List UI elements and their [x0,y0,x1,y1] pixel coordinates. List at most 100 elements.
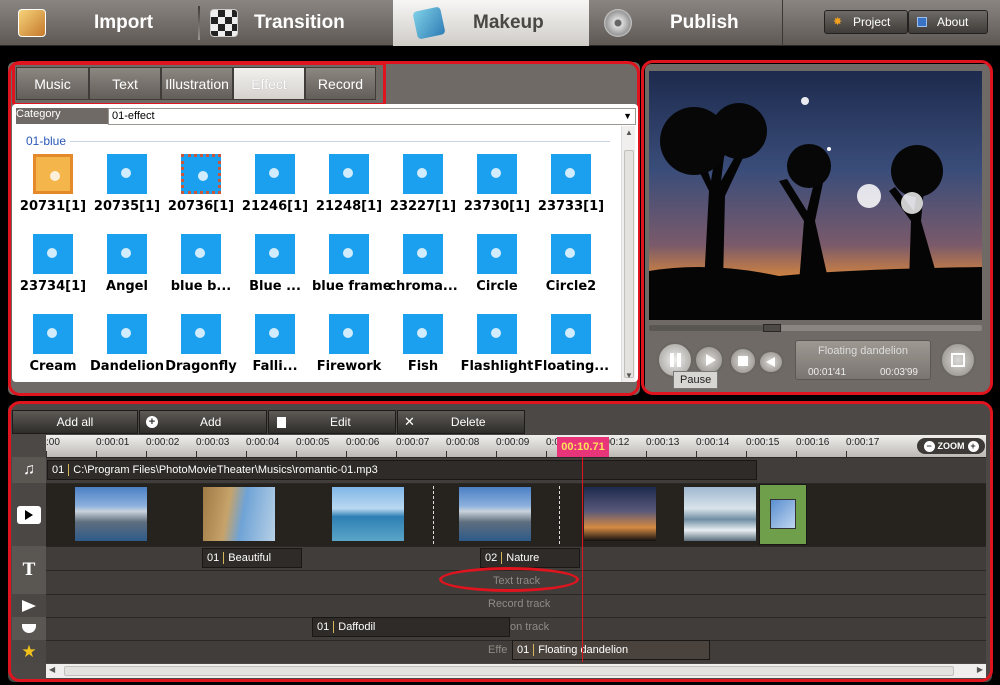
zoom-control[interactable]: − ZOOM + [917,438,985,454]
text-clip[interactable]: 02 Nature [480,548,580,568]
fullscreen-button[interactable] [940,342,976,378]
effect-item[interactable]: Flashlight [460,314,534,386]
tab-transition[interactable]: Transition [210,0,392,46]
effect-item-label: Dragonfly [165,359,237,374]
scrollbar-thumb[interactable] [64,666,954,676]
effect-item[interactable]: Circle [460,234,534,306]
video-preview [649,71,982,320]
effect-item[interactable]: Dandelion [90,314,164,386]
effect-item-label: Flashlight [460,359,534,374]
photo-clip[interactable] [203,487,275,541]
ruler-tick-label: 0:00:06 [346,437,380,448]
info-display: Floating dandelion 00:01'41 00:03'99 [795,340,931,380]
edit-button[interactable]: Edit [268,410,396,434]
ruler-tick-label: 0:00:04 [246,437,280,448]
effect-thumbnail [403,314,443,354]
tab-publish[interactable]: Publish [604,0,782,46]
scroll-right-icon[interactable]: ▶ [977,665,983,674]
effect-item[interactable]: 23227[1] [386,154,460,226]
effect-item[interactable]: 23734[1] [16,234,90,306]
playhead-line[interactable] [582,457,583,662]
photo-clip[interactable] [332,487,404,541]
effect-item[interactable]: 23733[1] [534,154,608,226]
effect-thumbnail [181,314,221,354]
pause-icon [670,353,674,367]
tab-publish-label: Publish [670,12,739,33]
effect-clip[interactable]: 01 Floating dandelion [512,640,710,660]
effect-thumbnail [329,154,369,194]
effect-item[interactable]: Angel [90,234,164,306]
effect-item[interactable]: Circle2 [534,234,608,306]
illustration-clip[interactable]: 01 Daffodil [312,617,510,637]
silhouette-trees-image [649,97,982,320]
effect-thumbnail [107,314,147,354]
photo-clip[interactable] [584,487,656,541]
ruler-tick-label: 0:00:03 [196,437,230,448]
speaker-icon [766,357,775,367]
effect-item[interactable]: blue b... [164,234,238,306]
illustration-clip-num: 01 [313,621,335,633]
scrollbar-thumb[interactable] [624,150,634,378]
photo-clip[interactable] [459,487,531,541]
effect-item[interactable]: Dragonfly [164,314,238,386]
effect-item[interactable]: 20735[1] [90,154,164,226]
seek-bar[interactable] [649,324,982,332]
effect-item[interactable]: 21246[1] [238,154,312,226]
photo-clip[interactable] [75,487,147,541]
effect-item-label: Dandelion [90,359,165,374]
effect-item[interactable]: blue frame [312,234,392,306]
text-clip[interactable]: 01 Beautiful [202,548,302,568]
text-clip-num: 02 [481,552,503,564]
music-clip[interactable]: 01 C:\Program Files\PhotoMovieTheater\Mu… [47,460,757,480]
horizontal-scrollbar[interactable]: ◀ ▶ [46,664,986,678]
effect-item[interactable]: 23730[1] [460,154,534,226]
stop-button[interactable] [729,347,757,375]
effect-item[interactable]: Firework [312,314,386,386]
add-button[interactable]: + Add [139,410,267,434]
scroll-left-icon[interactable]: ◀ [49,665,55,674]
effect-item[interactable]: Falli... [238,314,312,386]
effect-thumbnail [33,154,73,194]
info-icon [917,17,927,27]
plus-circle-icon: + [146,416,158,428]
vertical-scrollbar[interactable]: ▲ ▼ [621,126,635,382]
effect-item[interactable]: Blue ... [238,234,312,306]
effect-item[interactable]: Cream [16,314,90,386]
effect-grid: 20731[1] 20735[1] 20736[1] 21246[1] 21248[1]… [16,154,616,384]
about-button[interactable]: About [908,10,988,34]
tab-import-label: Import [94,12,154,33]
photo-clip[interactable] [684,487,756,541]
effect-item-label: 20736[1] [167,199,235,214]
effect-item[interactable]: 20736[1] [164,154,238,226]
disc-icon [604,9,632,37]
ruler-tick-label: 0:00:01 [96,437,130,448]
effect-item[interactable]: 20731[1] [16,154,90,226]
seek-handle[interactable] [763,324,782,332]
category-select[interactable]: 01-effect ▼ [108,108,636,125]
zoom-out-icon[interactable]: − [923,440,935,452]
effect-item[interactable]: 21248[1] [312,154,386,226]
delete-button[interactable]: ✕ Delete [397,410,525,434]
transition-clip[interactable] [759,484,807,545]
effect-item[interactable]: Fish [386,314,460,386]
fullscreen-icon [951,353,965,367]
effect-item-label: 20735[1] [93,199,161,214]
tab-makeup[interactable]: Makeup [393,0,589,46]
effect-item-label: Cream [29,359,77,374]
effect-thumbnail [329,234,369,274]
add-all-button[interactable]: Add all [12,410,138,434]
ruler-tick-label: 0:00:17 [846,437,880,448]
play-icon [706,354,716,366]
effect-item[interactable]: Floating... [534,314,609,386]
zoom-in-icon[interactable]: + [967,440,979,452]
delete-label: Delete [450,415,486,429]
effect-item-label: Fish [407,359,439,374]
project-button[interactable]: ✸ Project [824,10,908,34]
tab-import[interactable]: Import [18,0,198,46]
volume-button[interactable] [758,350,784,374]
scroll-down-icon[interactable]: ▼ [622,371,636,380]
playhead-time[interactable]: 00:10.71 [557,437,609,457]
scroll-up-icon[interactable]: ▲ [622,128,636,137]
effect-item-label: 23730[1] [463,199,531,214]
effect-item[interactable]: chroma... [386,234,460,306]
